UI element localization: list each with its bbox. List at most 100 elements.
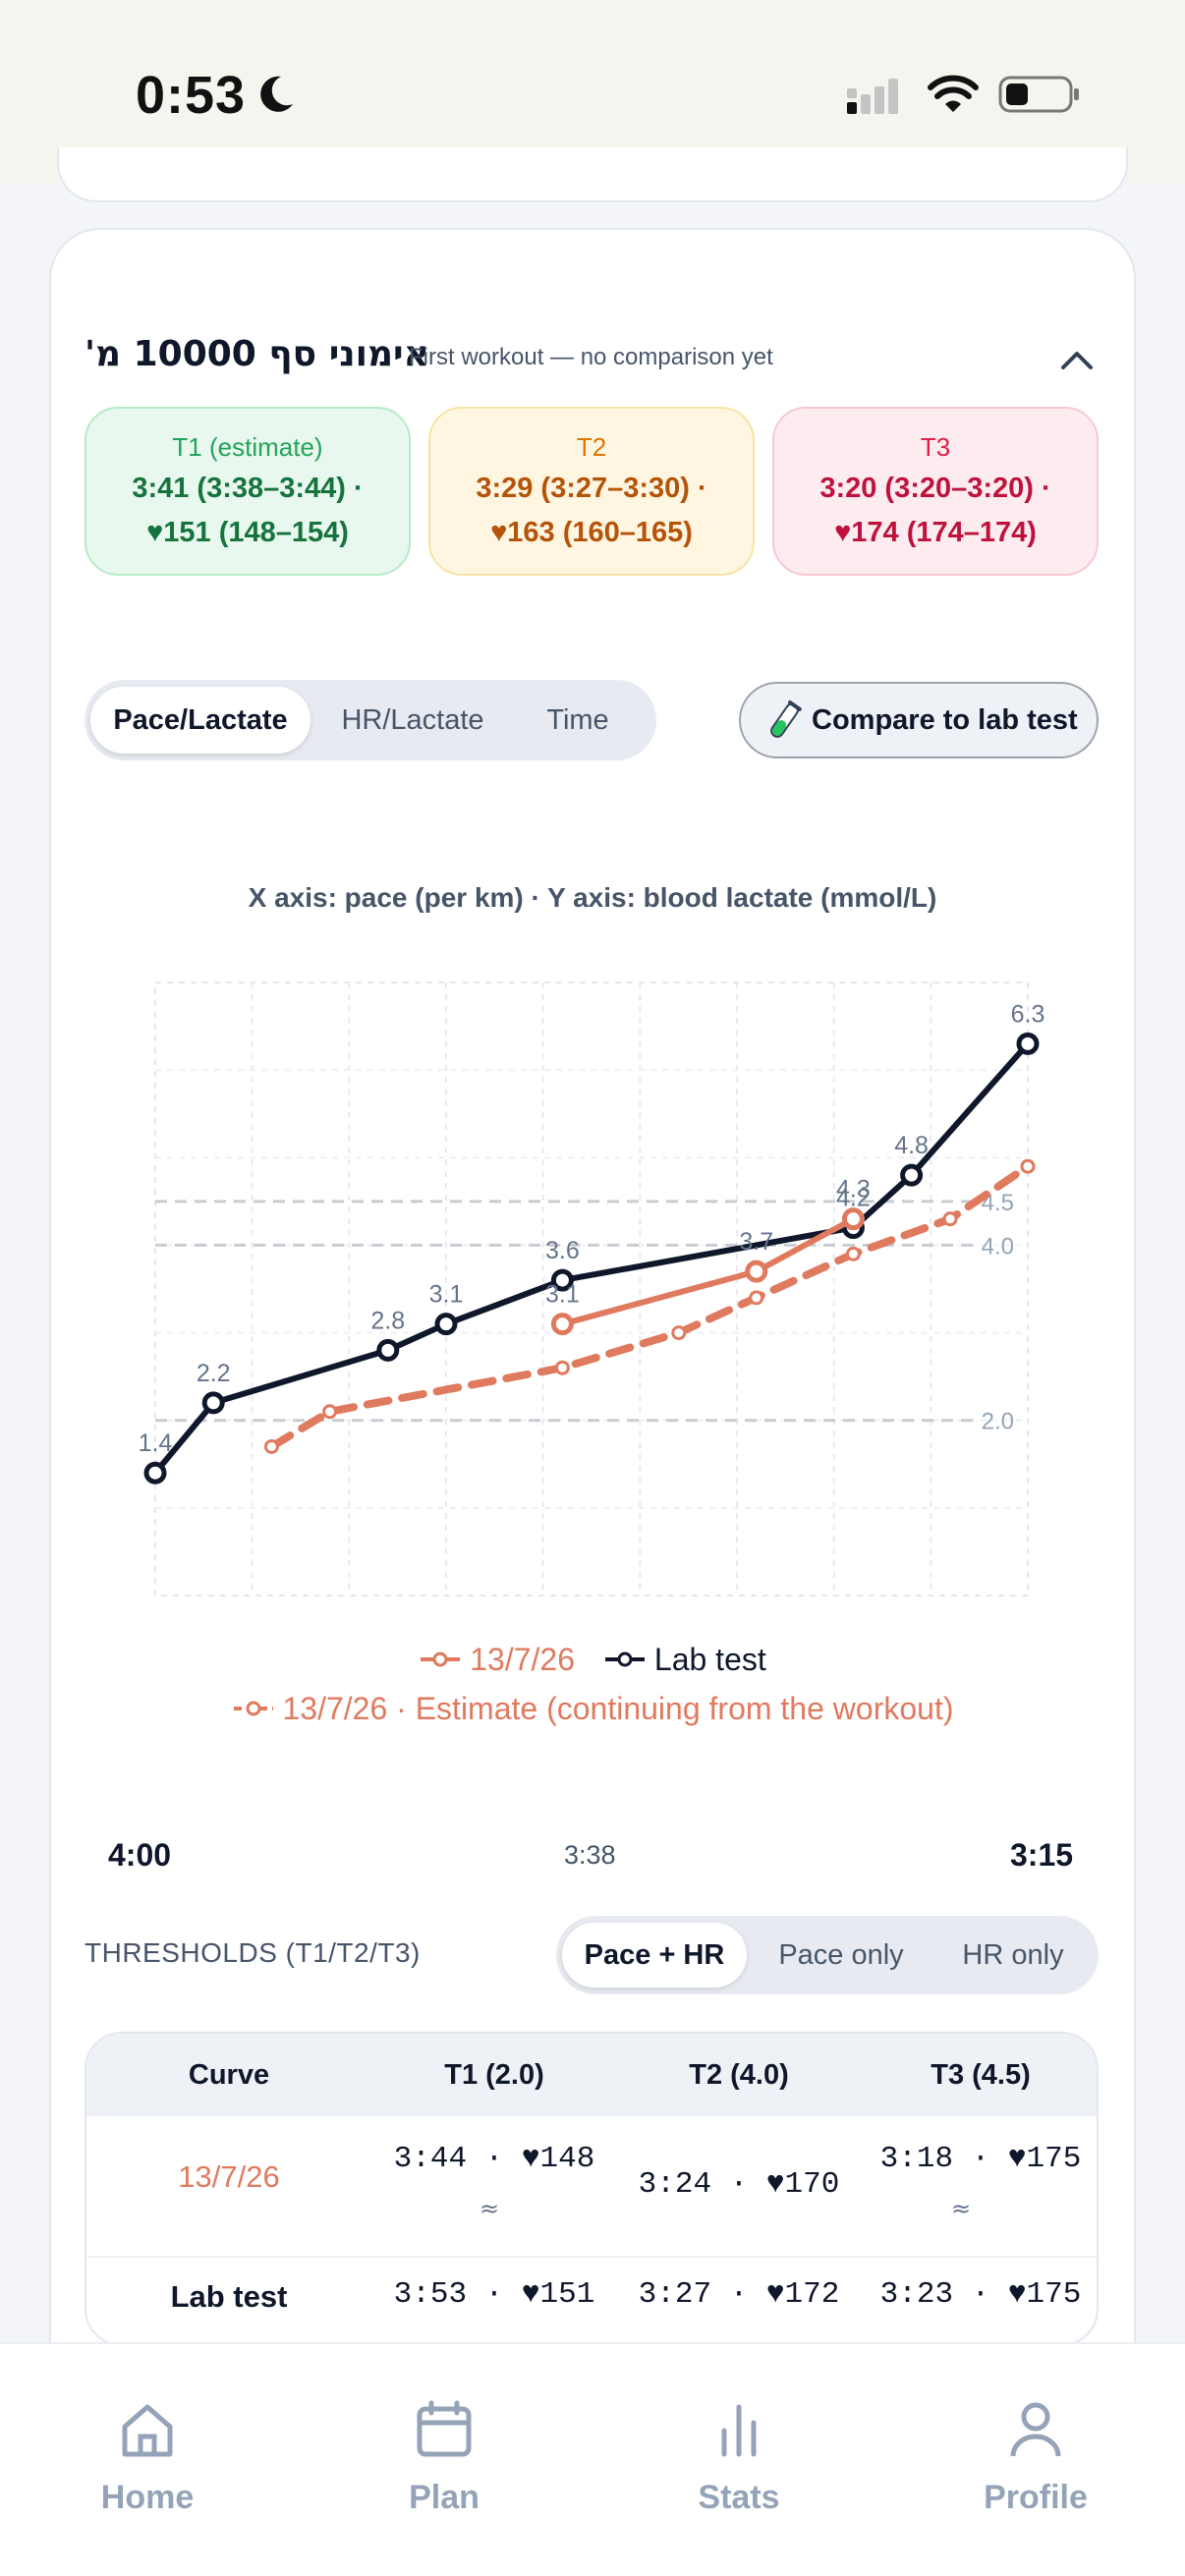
tab-stats-label: Stats (698, 2479, 780, 2516)
thresholds-mode-tabs: Pace + HR Pace only HR only (556, 1916, 1099, 1994)
estimate-point (554, 1360, 570, 1375)
legend-workout-marker (421, 1652, 461, 1667)
threshold-t1-label: T1 (estimate) (172, 432, 323, 462)
threshold-t1-box: T1 (estimate) 3:41 (3:38–3:44) · ♥151 (1… (85, 407, 411, 576)
data-point (434, 1313, 458, 1336)
estimate-point (845, 1246, 861, 1261)
data-label: 3.6 (545, 1237, 580, 1264)
tab-time[interactable]: Time (513, 687, 643, 754)
estimate-point (263, 1438, 279, 1454)
tab-hr-lactate[interactable]: HR/Lactate (316, 687, 509, 754)
column-t3: T3 (4.5) (931, 2059, 1031, 2091)
threshold-t3-box: T3 3:20 (3:20–3:20) · ♥174 (174–174) (772, 407, 1099, 576)
column-curve: Curve (188, 2059, 270, 2091)
data-label: 3.1 (545, 1281, 580, 1309)
threshold-t3-label: T3 (920, 432, 951, 462)
threshold-t1-hr: ♥151 (148–154) (146, 517, 349, 548)
reference-line-label: 2.0 (982, 1409, 1014, 1435)
tab-home[interactable]: Home (49, 2395, 246, 2517)
chevron-up-icon[interactable] (1057, 344, 1097, 373)
test-tube-icon (770, 700, 802, 738)
table-cell-t1: 3:44 · ♥148 (393, 2142, 595, 2176)
table-row-curve: 13/7/26 (178, 2159, 280, 2194)
tab-pace-lactate[interactable]: Pace/Lactate (90, 687, 310, 754)
tab-plan-label: Plan (409, 2479, 480, 2516)
bar-chart-icon (721, 2404, 757, 2457)
data-point (900, 1163, 924, 1187)
legend-item-lab[interactable]: Lab test (603, 1642, 766, 1678)
cellular-signal-icon (847, 79, 898, 114)
calendar-icon (417, 2400, 472, 2457)
data-label: 2.2 (197, 1360, 231, 1387)
mode-pace-only[interactable]: Pace only (753, 1923, 930, 1988)
table-row-curve: Lab test (170, 2279, 288, 2314)
table-cell-t2: 3:24 · ♥170 (638, 2167, 840, 2202)
data-point (841, 1207, 865, 1231)
legend-estimate-label: 13/7/26 · Estimate (continuing from the … (282, 1690, 954, 1726)
data-label: 3.7 (739, 1228, 773, 1256)
column-t1: T1 (2.0) (444, 2059, 544, 2091)
home-icon (122, 2404, 173, 2457)
pace-slider-current[interactable]: 3:38 (564, 1840, 616, 1871)
legend-lab-label: Lab test (653, 1641, 766, 1677)
data-point (143, 1461, 167, 1484)
thresholds-title: THRESHOLDS (T1/T2/T3) (85, 1937, 421, 1968)
tab-home-label: Home (100, 2479, 195, 2516)
series-line (152, 1040, 1031, 1477)
estimate-point (749, 1290, 764, 1306)
table-cell-t2: 3:27 · ♥172 (638, 2277, 840, 2312)
table-header: Curve T1 (2.0) T2 (4.0) T3 (4.5) (86, 2034, 1097, 2116)
data-point (201, 1391, 225, 1415)
estimate-point (942, 1211, 958, 1227)
threshold-t1-pace: 3:41 (3:38–3:44) · (132, 473, 364, 504)
approx-note: ≈ (480, 2195, 500, 2222)
mode-pace-hr[interactable]: Pace + HR (562, 1923, 747, 1988)
data-point (745, 1260, 768, 1283)
estimate-point (322, 1404, 338, 1420)
compare-lab-test-label: Compare to lab test (812, 704, 1078, 736)
legend-item-workout[interactable]: 13/7/26 (419, 1642, 575, 1678)
reference-line-label: 4.0 (982, 1233, 1014, 1260)
data-label: 2.8 (370, 1307, 405, 1334)
pace-lactate-chart: 2.04.04.51.42.22.83.13.64.24.86.33.13.74… (139, 981, 1045, 1596)
data-point (376, 1338, 400, 1362)
legend-item-estimate[interactable]: 13/7/26 · Estimate (continuing from the … (232, 1690, 954, 1727)
chart-legend: 13/7/26 Lab test (0, 1641, 1185, 1678)
tab-plan[interactable]: Plan (346, 2395, 542, 2517)
pace-slider-min: 4:00 (108, 1837, 172, 1873)
battery-icon (998, 76, 1079, 113)
data-label: 4.8 (894, 1132, 929, 1159)
bottom-tab-bar: Home Plan Stats Profile (0, 2342, 1185, 2576)
row-divider (86, 2256, 1097, 2258)
threshold-t2-hr: ♥163 (160–165) (490, 517, 693, 548)
legend-lab-marker (604, 1652, 645, 1667)
mode-hr-only[interactable]: HR only (933, 1923, 1093, 1988)
workout-title: אימוני סף 10000 מ' (85, 334, 429, 374)
legend-workout-label: 13/7/26 (470, 1641, 575, 1677)
data-label: 4.3 (836, 1176, 871, 1204)
chart-legend-row-2: 13/7/26 · Estimate (continuing from the … (0, 1690, 1185, 1727)
workout-subtitle: First workout — no comparison yet (409, 344, 773, 370)
pace-slider-max: 3:15 (1010, 1837, 1074, 1873)
table-cell-t1: 3:53 · ♥151 (393, 2277, 595, 2312)
tab-profile-label: Profile (984, 2479, 1088, 2516)
approx-note: ≈ (951, 2195, 972, 2222)
data-label: 1.4 (139, 1429, 173, 1457)
threshold-t2-box: T2 3:29 (3:27–3:30) · ♥163 (160–165) (428, 407, 755, 576)
tab-stats[interactable]: Stats (641, 2395, 837, 2517)
thresholds-table: Curve T1 (2.0) T2 (4.0) T3 (4.5) 13/7/26… (85, 2032, 1099, 2346)
clock: 0:53 (136, 66, 247, 125)
column-t2: T2 (4.0) (689, 2059, 789, 2091)
person-icon (1010, 2402, 1061, 2457)
axis-caption: X axis: pace (per km) · Y axis: blood la… (248, 882, 937, 913)
plot-frame (154, 981, 1029, 1596)
tab-profile[interactable]: Profile (937, 2395, 1134, 2517)
compare-lab-test-button[interactable]: Compare to lab test (739, 682, 1099, 758)
threshold-t2-label: T2 (576, 432, 607, 462)
wifi-icon (928, 75, 979, 112)
data-label: 6.3 (1011, 1000, 1045, 1028)
legend-estimate-marker (233, 1701, 273, 1716)
chart-view-tabs: Pace/Lactate HR/Lactate Time (85, 680, 656, 760)
previous-card-bottom (57, 147, 1128, 202)
data-point (550, 1313, 574, 1336)
